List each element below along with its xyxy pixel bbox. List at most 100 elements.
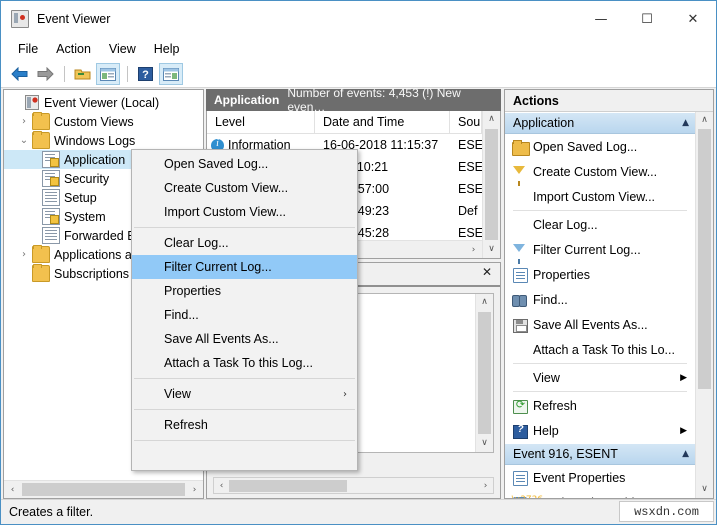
scroll-down-icon[interactable]: ∨ (481, 435, 488, 452)
scroll-down-icon[interactable]: ∨ (488, 241, 495, 258)
tree-item-event-viewer-local[interactable]: Event Viewer (Local) (4, 93, 203, 112)
tree-item-windows-logs[interactable]: ⌄ Windows Logs (4, 131, 203, 150)
action-open-saved-log[interactable]: Open Saved Log... (505, 134, 695, 159)
tree-horizontal-scrollbar[interactable]: ‹ › (4, 480, 203, 498)
tree-item-label: Setup (64, 190, 97, 205)
show-hide-console-tree-icon[interactable] (96, 63, 120, 85)
scroll-down-icon[interactable]: ∨ (701, 481, 708, 498)
toolbar-separator (127, 66, 128, 82)
action-import-custom-view[interactable]: Import Custom View... (505, 184, 695, 209)
menu-help[interactable]: Help (145, 39, 189, 59)
event-list-header: Application Number of events: 4,453 (!) … (206, 86, 501, 114)
context-menu-separator (134, 409, 355, 410)
cell-source: ESE (458, 182, 482, 196)
context-menu-item-view[interactable]: View › (132, 382, 357, 406)
forward-arrow-icon[interactable] (33, 63, 57, 85)
scroll-right-icon[interactable]: › (478, 481, 493, 491)
scroll-thumb[interactable] (485, 129, 498, 240)
actions-pane-inner: Application ▲ Open Saved Log... Create C… (505, 112, 713, 498)
action-properties[interactable]: Properties (505, 262, 695, 287)
actions-section-header-application[interactable]: Application ▲ (505, 112, 695, 134)
actions-pane: Actions Application ▲ Open Saved Log... … (504, 89, 714, 499)
context-menu-item-open-saved-log[interactable]: Open Saved Log... (132, 152, 357, 176)
title-bar: Event Viewer — ☐ ✕ (1, 1, 716, 37)
menu-action[interactable]: Action (47, 39, 100, 59)
action-refresh[interactable]: Refresh (505, 393, 695, 418)
event-list-vertical-scrollbar[interactable]: ∧ ∨ (482, 111, 500, 258)
twisty-expanded-icon[interactable]: ⌄ (16, 135, 32, 146)
scroll-up-icon[interactable]: ∧ (481, 294, 488, 311)
attach-task-icon: \u2726 (509, 495, 543, 498)
show-hide-action-pane-icon[interactable] (159, 63, 183, 85)
tree-item-custom-views[interactable]: › Custom Views (4, 112, 203, 131)
context-menu-item-attach-a-task-to-this-log[interactable]: Attach a Task To this Log... (132, 351, 357, 375)
context-menu-item-properties[interactable]: Properties (132, 279, 357, 303)
context-menu-item-help[interactable] (132, 444, 357, 468)
scroll-up-icon[interactable]: ∧ (701, 112, 708, 129)
window-controls: — ☐ ✕ (578, 1, 716, 37)
context-menu-item-refresh[interactable]: Refresh (132, 413, 357, 437)
action-label: Open Saved Log... (533, 139, 638, 154)
actions-vertical-scrollbar[interactable]: ∧ ∨ (695, 112, 713, 498)
action-filter-current-log[interactable]: Filter Current Log... (505, 237, 695, 264)
submenu-arrow-icon: ▶ (680, 372, 687, 383)
context-menu-item-find[interactable]: Find... (132, 303, 357, 327)
context-menu-item-save-all-events-as[interactable]: Save All Events As... (132, 327, 357, 351)
action-event-properties[interactable]: Event Properties (505, 465, 695, 490)
action-attach-task-to-this-event[interactable]: \u2726 Attach Task To This Eve... (505, 490, 695, 498)
scroll-left-icon[interactable]: ‹ (214, 481, 229, 491)
chevron-up-icon[interactable]: ▲ (682, 118, 689, 128)
menu-file[interactable]: File (9, 39, 47, 59)
tree-item-label: Windows Logs (54, 133, 136, 148)
back-arrow-icon[interactable] (7, 63, 31, 85)
action-label: Attach a Task To this Lo... (533, 342, 675, 357)
action-find[interactable]: Find... (505, 287, 695, 312)
context-menu-item-import-custom-view[interactable]: Import Custom View... (132, 200, 357, 224)
folder-icon (32, 264, 50, 282)
action-clear-log[interactable]: Clear Log... (505, 212, 695, 237)
actions-section-header-event[interactable]: Event 916, ESENT ▲ (505, 443, 695, 465)
close-button[interactable]: ✕ (670, 1, 716, 37)
scroll-thumb[interactable] (22, 483, 185, 496)
context-menu: Open Saved Log... Create Custom View... … (131, 149, 358, 471)
scroll-thumb[interactable] (229, 479, 347, 492)
actions-list: Application ▲ Open Saved Log... Create C… (505, 112, 695, 498)
action-label: Help (533, 423, 559, 438)
action-view[interactable]: View ▶ (505, 365, 695, 390)
maximize-button[interactable]: ☐ (624, 1, 670, 37)
action-label: Import Custom View... (533, 189, 656, 204)
menu-view[interactable]: View (100, 39, 145, 59)
scroll-right-icon[interactable]: › (465, 245, 482, 255)
context-menu-item-clear-log[interactable]: Clear Log... (132, 231, 357, 255)
column-header-level[interactable]: Level (207, 111, 315, 133)
help-icon[interactable]: ? (133, 63, 157, 85)
action-save-all-events-as[interactable]: Save All Events As... (505, 312, 695, 337)
scroll-left-icon[interactable]: ‹ (4, 485, 21, 495)
column-header-date-and-time[interactable]: Date and Time (315, 111, 450, 133)
event-detail-horizontal-scrollbar[interactable]: ‹ › (213, 477, 494, 494)
no-icon (509, 189, 531, 205)
twisty-collapsed-icon[interactable]: › (16, 249, 32, 260)
folder-icon[interactable] (70, 63, 94, 85)
cell-source: Def (458, 204, 478, 218)
context-menu-item-create-custom-view[interactable]: Create Custom View... (132, 176, 357, 200)
close-icon[interactable]: ✕ (480, 266, 494, 280)
scroll-thumb[interactable] (478, 312, 491, 434)
context-menu-item-filter-current-log[interactable]: Filter Current Log... (132, 255, 357, 279)
action-help[interactable]: Help ▶ (505, 418, 695, 443)
cell-source: ESE (458, 138, 482, 152)
minimize-button[interactable]: — (578, 1, 624, 37)
help-icon (509, 423, 531, 439)
scroll-track[interactable] (698, 389, 711, 481)
chevron-up-icon[interactable]: ▲ (682, 449, 689, 459)
scroll-thumb[interactable] (698, 129, 711, 389)
event-detail-vertical-scrollbar[interactable]: ∧ ∨ (475, 294, 493, 452)
tree-item-label: Subscriptions (54, 266, 130, 281)
twisty-collapsed-icon[interactable]: › (16, 116, 32, 127)
action-attach-a-task-to-this-log[interactable]: Attach a Task To this Lo... (505, 337, 695, 362)
actions-separator (513, 210, 687, 211)
column-header-source[interactable]: Sou (450, 111, 482, 133)
funnel-blue-icon (509, 242, 531, 264)
action-create-custom-view[interactable]: Create Custom View... (505, 159, 695, 186)
scroll-right-icon[interactable]: › (186, 485, 203, 495)
